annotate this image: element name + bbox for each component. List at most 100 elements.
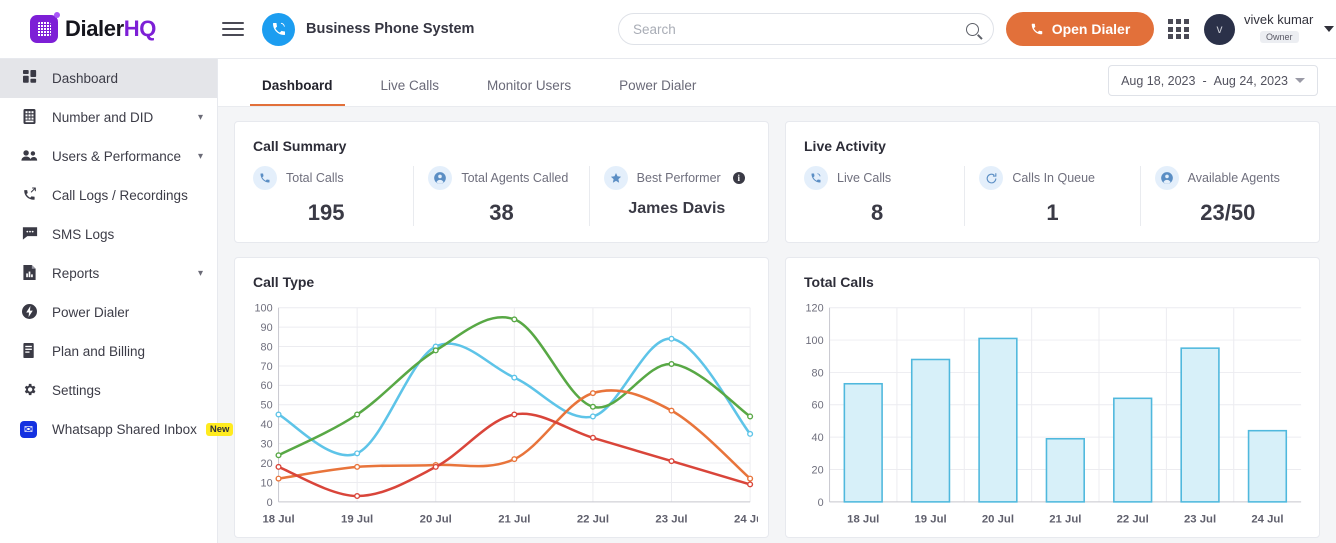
stat-label: Live Calls: [837, 171, 892, 185]
search-input[interactable]: [633, 21, 966, 37]
brand-name: DialerHQ: [65, 16, 156, 42]
star-icon: [603, 166, 628, 190]
svg-text:60: 60: [812, 400, 824, 412]
whatsapp-glyph: ✉: [20, 421, 37, 438]
stat-value: 23/50: [1200, 200, 1256, 225]
apps-grid-icon[interactable]: [1168, 19, 1190, 39]
stat-value: 38: [489, 200, 514, 225]
sidebar-item-reports[interactable]: Reports ▾: [0, 254, 217, 293]
sidebar-item-number-and-did[interactable]: Number and DID ▾: [0, 98, 217, 137]
status-badge: New: [205, 423, 234, 436]
tab-dashboard[interactable]: Dashboard: [238, 78, 357, 106]
sidebar-item-label: Call Logs / Recordings: [52, 188, 188, 203]
stat-value: 195: [307, 200, 345, 225]
stat-calls-in-queue: Calls In Queue 1: [965, 166, 1141, 226]
svg-text:40: 40: [261, 419, 273, 431]
total-calls-chart-card: Total Calls 0 20 40 60 80 100 120 18 Jul 19 Jul 2…: [785, 257, 1320, 538]
sidebar-item-label: SMS Logs: [52, 227, 115, 242]
stat-header: Total Agents Called: [428, 166, 574, 190]
chevron-down-icon[interactable]: [1295, 78, 1305, 83]
stat-header: Total Calls: [253, 166, 399, 190]
chevron-down-icon[interactable]: [1324, 26, 1335, 32]
svg-text:24 Jul: 24 Jul: [734, 513, 758, 525]
whatsapp-icon: ✉: [20, 421, 39, 438]
tab-power-dialer[interactable]: Power Dialer: [595, 78, 720, 106]
sidebar-item-call-logs-recordings[interactable]: Call Logs / Recordings: [0, 176, 217, 215]
svg-text:30: 30: [261, 439, 273, 451]
brand-logo[interactable]: DialerHQ: [0, 12, 218, 43]
sidebar-item-label: Dashboard: [52, 71, 119, 86]
grid-dot: [1184, 26, 1190, 32]
main-content: Dashboard Live Calls Monitor Users Power…: [218, 59, 1336, 543]
svg-text:120: 120: [806, 303, 824, 315]
card-title: Call Type: [253, 274, 315, 290]
sidebar-item-dashboard[interactable]: Dashboard: [0, 59, 217, 98]
stat-header: Live Calls: [804, 166, 950, 190]
sidebar-item-power-dialer[interactable]: Power Dialer: [0, 293, 217, 332]
stat-best-performer: Best Performer i James Davis: [590, 166, 764, 226]
stat-value: 8: [871, 200, 884, 225]
app-root: DialerHQ Business Phone System Open Dial…: [0, 0, 1336, 543]
phone-ring-icon: [804, 166, 828, 190]
user-menu[interactable]: v vivek kumar Owner: [1204, 12, 1335, 46]
stat-header: Best Performer i: [603, 166, 750, 190]
charts-row: Call Type 0 10 20 30 40 50 60 70 80 90 100 18 Jul 19…: [234, 257, 1320, 538]
line-chart-svg: 0 10 20 30 40 50 60 70 80 90 100 18 Jul 19 Jul 20 Jul…: [255, 303, 758, 526]
stat-label: Available Agents: [1187, 171, 1280, 185]
chevron-down-icon[interactable]: ▾: [198, 268, 203, 279]
grid-dot: [1176, 26, 1182, 32]
phone-log-icon: [20, 186, 39, 205]
svg-text:23 Jul: 23 Jul: [655, 513, 687, 525]
svg-text:90: 90: [261, 322, 273, 334]
svg-text:18 Jul: 18 Jul: [262, 513, 294, 525]
sidebar-item-plan-and-billing[interactable]: Plan and Billing: [0, 332, 217, 371]
stat-label: Total Calls: [286, 171, 344, 185]
svg-text:70: 70: [261, 361, 273, 373]
grid-dot: [1184, 19, 1190, 24]
chevron-down-icon[interactable]: ▾: [198, 112, 203, 123]
dashboard-grid-icon: [20, 70, 39, 87]
chevron-down-icon[interactable]: ▾: [198, 151, 203, 162]
call-summary-card: Call Summary Total Calls 195 Total Agent…: [234, 121, 769, 243]
tab-live-calls[interactable]: Live Calls: [357, 78, 464, 106]
phone-icon: [253, 166, 277, 190]
total-calls-bar-chart: 0 20 40 60 80 100 120 18 Jul 19 Jul 20 Jul 21 Jul 2…: [786, 290, 1319, 537]
svg-text:80: 80: [812, 367, 824, 379]
svg-text:21 Jul: 21 Jul: [498, 513, 530, 525]
sidebar-item-whatsapp-shared-inbox[interactable]: ✉ Whatsapp Shared Inbox New: [0, 410, 234, 449]
sidebar-item-users-performance[interactable]: Users & Performance ▾: [0, 137, 217, 176]
summary-row: Call Summary Total Calls 195 Total Agent…: [234, 121, 1320, 243]
phone-ring-icon: [262, 12, 295, 46]
tab-monitor-users[interactable]: Monitor Users: [463, 78, 595, 106]
grid-dot: [1168, 26, 1173, 32]
user-info: vivek kumar Owner: [1244, 12, 1313, 46]
svg-text:20 Jul: 20 Jul: [420, 513, 452, 525]
sidebar-item-label: Settings: [52, 383, 101, 398]
date-range-picker[interactable]: Aug 18, 2023 - Aug 24, 2023: [1108, 65, 1318, 96]
open-dialer-button[interactable]: Open Dialer: [1006, 12, 1154, 46]
stat-group: Total Calls 195 Total Agents Called 38 B…: [235, 166, 768, 242]
search-icon[interactable]: [966, 22, 979, 36]
stat-available-agents: Available Agents 23/50: [1141, 166, 1315, 226]
tab-bar: Dashboard Live Calls Monitor Users Power…: [218, 59, 1336, 107]
dashboard-content: Call Summary Total Calls 195 Total Agent…: [218, 107, 1336, 543]
svg-text:22 Jul: 22 Jul: [1117, 513, 1149, 525]
card-title: Live Activity: [804, 138, 886, 154]
sidebar-item-settings[interactable]: Settings: [0, 371, 217, 410]
svg-text:20: 20: [261, 458, 273, 470]
top-header-bar: DialerHQ Business Phone System Open Dial…: [0, 0, 1336, 59]
brand-name-prefix: Dialer: [65, 16, 124, 41]
date-range-end: Aug 24, 2023: [1213, 73, 1288, 88]
sidebar-item-label: Whatsapp Shared Inbox: [52, 422, 197, 437]
stat-group: Live Calls 8 Calls In Queue 1 Available …: [786, 166, 1319, 242]
hamburger-menu-icon[interactable]: [222, 18, 244, 40]
search-box[interactable]: [618, 13, 994, 45]
call-queue-icon: [979, 166, 1004, 190]
stat-value: James Davis: [628, 200, 726, 217]
info-icon[interactable]: i: [732, 172, 745, 184]
stat-value: 1: [1046, 200, 1059, 225]
card-title: Total Calls: [804, 274, 874, 290]
stat-label: Total Agents Called: [461, 171, 569, 185]
sidebar-item-sms-logs[interactable]: SMS Logs: [0, 215, 217, 254]
hamburger-bar: [222, 22, 244, 24]
